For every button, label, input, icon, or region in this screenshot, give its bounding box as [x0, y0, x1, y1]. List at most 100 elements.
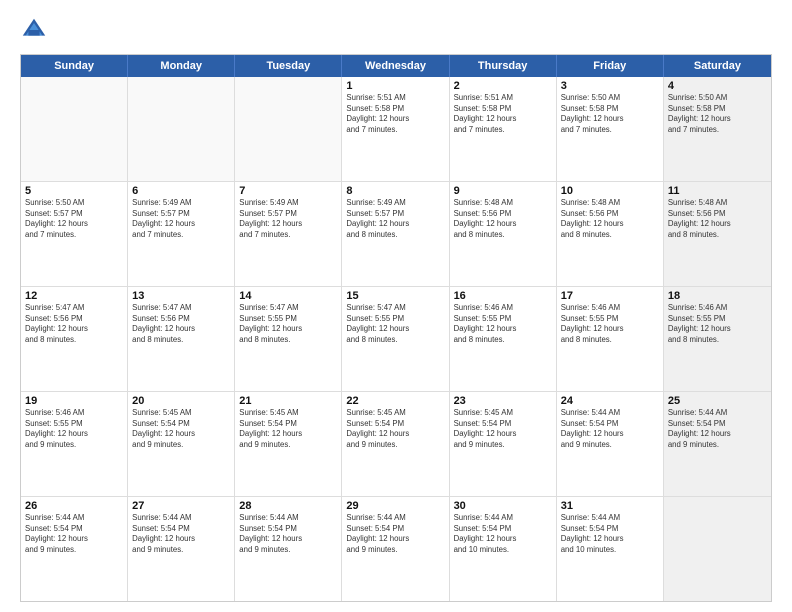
cell-info: Sunrise: 5:47 AM Sunset: 5:56 PM Dayligh… — [25, 303, 123, 345]
calendar-cell: 17Sunrise: 5:46 AM Sunset: 5:55 PM Dayli… — [557, 287, 664, 391]
day-number: 31 — [561, 500, 659, 512]
day-number: 24 — [561, 395, 659, 407]
day-number: 26 — [25, 500, 123, 512]
calendar-cell: 2Sunrise: 5:51 AM Sunset: 5:58 PM Daylig… — [450, 77, 557, 181]
cell-info: Sunrise: 5:48 AM Sunset: 5:56 PM Dayligh… — [561, 198, 659, 240]
day-number: 5 — [25, 185, 123, 197]
calendar-cell: 30Sunrise: 5:44 AM Sunset: 5:54 PM Dayli… — [450, 497, 557, 601]
day-number: 20 — [132, 395, 230, 407]
calendar-cell: 8Sunrise: 5:49 AM Sunset: 5:57 PM Daylig… — [342, 182, 449, 286]
calendar-cell: 4Sunrise: 5:50 AM Sunset: 5:58 PM Daylig… — [664, 77, 771, 181]
calendar-row: 26 Sunrise: 5:44 AM Sunset: 5:54 PM Dayli… — [21, 497, 771, 601]
cell-info: Sunrise: 5:44 AM Sunset: 5:54 PM Dayligh… — [668, 408, 767, 450]
cell-info: Sunrise: 5:47 AM Sunset: 5:55 PM Dayligh… — [239, 303, 337, 345]
day-number: 1 — [346, 80, 444, 92]
page: SundayMondayTuesdayWednesdayThursdayFrid… — [0, 0, 792, 612]
day-number: 13 — [132, 290, 230, 302]
day-number: 22 — [346, 395, 444, 407]
cell-info: Sunrise: 5:48 AM Sunset: 5:56 PM Dayligh… — [668, 198, 767, 240]
day-number: 9 — [454, 185, 552, 197]
header-day: Saturday — [664, 55, 771, 77]
day-number: 27 — [132, 500, 230, 512]
calendar-row: 5Sunrise: 5:50 AM Sunset: 5:57 PM Daylig… — [21, 182, 771, 287]
cell-info: Sunrise: 5:45 AM Sunset: 5:54 PM Dayligh… — [239, 408, 337, 450]
calendar-cell — [235, 77, 342, 181]
calendar: SundayMondayTuesdayWednesdayThursdayFrid… — [20, 54, 772, 602]
cell-info: Sunrise: 5:44 AM Sunset: 5:54 PM Dayligh… — [346, 513, 444, 555]
day-number: 4 — [668, 80, 767, 92]
calendar-cell: 27Sunrise: 5:44 AM Sunset: 5:54 PM Dayli… — [128, 497, 235, 601]
calendar-cell: 25Sunrise: 5:44 AM Sunset: 5:54 PM Dayli… — [664, 392, 771, 496]
day-number: 10 — [561, 185, 659, 197]
day-number: 29 — [346, 500, 444, 512]
header-day: Thursday — [450, 55, 557, 77]
cell-info: Sunrise: 5:49 AM Sunset: 5:57 PM Dayligh… — [346, 198, 444, 240]
cell-info: Sunrise: 5:46 AM Sunset: 5:55 PM Dayligh… — [668, 303, 767, 345]
logo-icon — [20, 16, 48, 44]
cell-info: Sunrise: 5:46 AM Sunset: 5:55 PM Dayligh… — [561, 303, 659, 345]
calendar-cell: 28Sunrise: 5:44 AM Sunset: 5:54 PM Dayli… — [235, 497, 342, 601]
calendar-header: SundayMondayTuesdayWednesdayThursdayFrid… — [21, 55, 771, 77]
cell-info: Sunrise: 5:44 AM Sunset: 5:54 PM Dayligh… — [454, 513, 552, 555]
cell-info: Sunrise: 5:44 AM Sunset: 5:54 PM Dayligh… — [239, 513, 337, 555]
day-number: 21 — [239, 395, 337, 407]
calendar-cell: 11Sunrise: 5:48 AM Sunset: 5:56 PM Dayli… — [664, 182, 771, 286]
day-number: 16 — [454, 290, 552, 302]
calendar-body: 1Sunrise: 5:51 AM Sunset: 5:58 PM Daylig… — [21, 77, 771, 601]
day-number: 14 — [239, 290, 337, 302]
cell-info: Sunrise: 5:51 AM Sunset: 5:58 PM Dayligh… — [346, 93, 444, 135]
day-number: 2 — [454, 80, 552, 92]
day-number: 30 — [454, 500, 552, 512]
calendar-cell: 31Sunrise: 5:44 AM Sunset: 5:54 PM Dayli… — [557, 497, 664, 601]
day-number: 15 — [346, 290, 444, 302]
cell-info: Sunrise: 5:44 AM Sunset: 5:54 PM Dayligh… — [561, 408, 659, 450]
calendar-cell: 16Sunrise: 5:46 AM Sunset: 5:55 PM Dayli… — [450, 287, 557, 391]
cell-info: Sunrise: 5:44 AM Sunset: 5:54 PM Dayligh… — [132, 513, 230, 555]
calendar-cell: 10Sunrise: 5:48 AM Sunset: 5:56 PM Dayli… — [557, 182, 664, 286]
calendar-cell: 5Sunrise: 5:50 AM Sunset: 5:57 PM Daylig… — [21, 182, 128, 286]
day-number: 28 — [239, 500, 337, 512]
header-day: Friday — [557, 55, 664, 77]
cell-info: Sunrise: 5:44 AM Sunset: 5:54 PM Dayligh… — [561, 513, 659, 555]
calendar-cell: 6Sunrise: 5:49 AM Sunset: 5:57 PM Daylig… — [128, 182, 235, 286]
day-number: 17 — [561, 290, 659, 302]
cell-info: Sunrise: 5:48 AM Sunset: 5:56 PM Dayligh… — [454, 198, 552, 240]
header — [20, 16, 772, 44]
calendar-cell: 23Sunrise: 5:45 AM Sunset: 5:54 PM Dayli… — [450, 392, 557, 496]
calendar-row: 19Sunrise: 5:46 AM Sunset: 5:55 PM Dayli… — [21, 392, 771, 497]
calendar-cell: 7Sunrise: 5:49 AM Sunset: 5:57 PM Daylig… — [235, 182, 342, 286]
cell-info: Sunrise: 5:49 AM Sunset: 5:57 PM Dayligh… — [239, 198, 337, 240]
calendar-cell — [128, 77, 235, 181]
day-number: 7 — [239, 185, 337, 197]
calendar-cell: 14Sunrise: 5:47 AM Sunset: 5:55 PM Dayli… — [235, 287, 342, 391]
header-day: Wednesday — [342, 55, 449, 77]
calendar-cell: 20Sunrise: 5:45 AM Sunset: 5:54 PM Dayli… — [128, 392, 235, 496]
day-number: 11 — [668, 185, 767, 197]
calendar-cell: 9Sunrise: 5:48 AM Sunset: 5:56 PM Daylig… — [450, 182, 557, 286]
cell-info: Sunrise: 5:50 AM Sunset: 5:58 PM Dayligh… — [561, 93, 659, 135]
calendar-cell: 21Sunrise: 5:45 AM Sunset: 5:54 PM Dayli… — [235, 392, 342, 496]
cell-info: Sunrise: 5:45 AM Sunset: 5:54 PM Dayligh… — [132, 408, 230, 450]
calendar-cell: 1Sunrise: 5:51 AM Sunset: 5:58 PM Daylig… — [342, 77, 449, 181]
calendar-cell — [21, 77, 128, 181]
header-day: Monday — [128, 55, 235, 77]
day-number: 18 — [668, 290, 767, 302]
cell-info: Sunrise: 5:47 AM Sunset: 5:55 PM Dayligh… — [346, 303, 444, 345]
day-number: 3 — [561, 80, 659, 92]
cell-info: Sunrise: 5:50 AM Sunset: 5:57 PM Dayligh… — [25, 198, 123, 240]
calendar-cell: 22Sunrise: 5:45 AM Sunset: 5:54 PM Dayli… — [342, 392, 449, 496]
day-number: 25 — [668, 395, 767, 407]
calendar-cell: 26Sunrise: 5:44 AM Sunset: 5:54 PM Dayli… — [21, 497, 128, 601]
cell-info: Sunrise: 5:46 AM Sunset: 5:55 PM Dayligh… — [454, 303, 552, 345]
cell-info: Sunrise: 5:51 AM Sunset: 5:58 PM Dayligh… — [454, 93, 552, 135]
cell-info: Sunrise: 5:50 AM Sunset: 5:58 PM Dayligh… — [668, 93, 767, 135]
day-number: 19 — [25, 395, 123, 407]
cell-info: Sunrise: 5:49 AM Sunset: 5:57 PM Dayligh… — [132, 198, 230, 240]
day-number: 12 — [25, 290, 123, 302]
day-number: 23 — [454, 395, 552, 407]
cell-info: Sunrise: 5:45 AM Sunset: 5:54 PM Dayligh… — [454, 408, 552, 450]
day-number: 8 — [346, 185, 444, 197]
calendar-cell: 24Sunrise: 5:44 AM Sunset: 5:54 PM Dayli… — [557, 392, 664, 496]
calendar-cell: 12Sunrise: 5:47 AM Sunset: 5:56 PM Dayli… — [21, 287, 128, 391]
calendar-cell: 3Sunrise: 5:50 AM Sunset: 5:58 PM Daylig… — [557, 77, 664, 181]
